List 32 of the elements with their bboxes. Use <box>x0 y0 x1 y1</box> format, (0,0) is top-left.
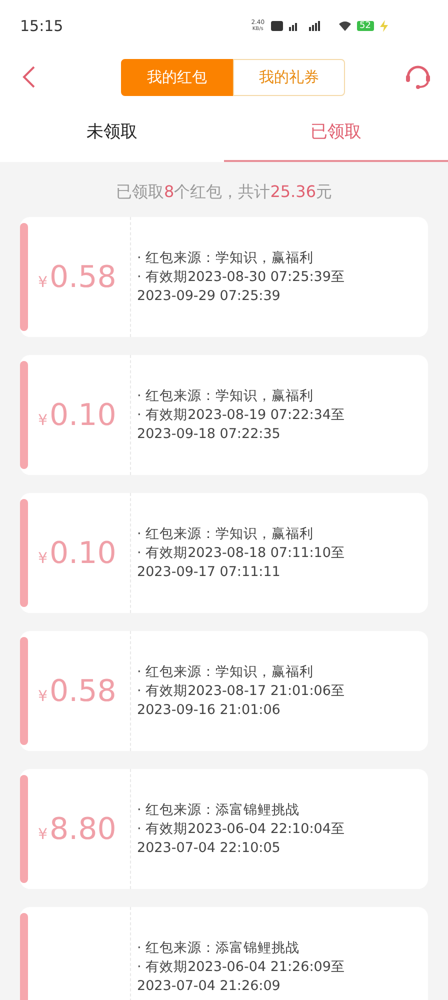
source-text: · 红包来源：学知识，赢福利 <box>137 524 315 544</box>
validity-end-text: 2023-07-04 22:10:05 <box>137 838 282 858</box>
validity-text: · 有效期2023-06-04 21:26:09至 <box>137 958 345 976</box>
validity-text: · 有效期2023-06-04 22:10:04至 <box>137 820 345 838</box>
battery-level: 52 <box>356 21 374 31</box>
validity-text: · 有效期2023-08-18 07:11:10至 <box>137 544 345 562</box>
segment-tab[interactable]: 我的礼券 <box>233 58 345 96</box>
validity-text: · 有效期2023-08-19 07:22:34至 <box>137 406 345 424</box>
charging-icon <box>380 20 388 32</box>
validity-end-text: 2023-09-17 07:11:11 <box>137 562 282 582</box>
status-time: 15:15 <box>20 17 64 35</box>
source-text: · 红包来源：学知识，赢福利 <box>137 662 315 682</box>
source-text: · 红包来源：学知识，赢福利 <box>137 386 315 406</box>
wifi-icon <box>338 21 351 31</box>
validity-text: · 有效期2023-08-30 07:25:39至 <box>137 268 345 286</box>
source-text: · 红包来源：添富锦鲤挑战 <box>137 938 301 958</box>
amount: ¥0.10 <box>38 536 116 570</box>
summary-text: 已领取8个红包，共计25.36元 <box>115 181 333 203</box>
back-icon[interactable] <box>22 66 36 88</box>
validity-end-text: 2023-09-29 07:25:39 <box>137 286 282 306</box>
amount: ¥8.80 <box>38 812 116 846</box>
validity-text: · 有效期2023-08-17 21:01:06至 <box>137 682 345 700</box>
source-text: · 红包来源：添富锦鲤挑战 <box>137 800 301 820</box>
segment-tab[interactable]: 我的红包 <box>121 58 233 96</box>
validity-end-text: 2023-09-18 07:22:35 <box>137 424 282 444</box>
amount: ¥0.10 <box>38 398 116 432</box>
source-text: · 红包来源：学知识，赢福利 <box>137 248 315 268</box>
validity-end-text: 2023-09-16 21:01:06 <box>137 700 282 720</box>
amount: ¥0.58 <box>38 674 116 708</box>
amount: ¥0.58 <box>38 260 116 294</box>
headset-icon[interactable] <box>404 63 432 91</box>
validity-end-text: 2023-07-04 21:26:09 <box>137 976 282 996</box>
